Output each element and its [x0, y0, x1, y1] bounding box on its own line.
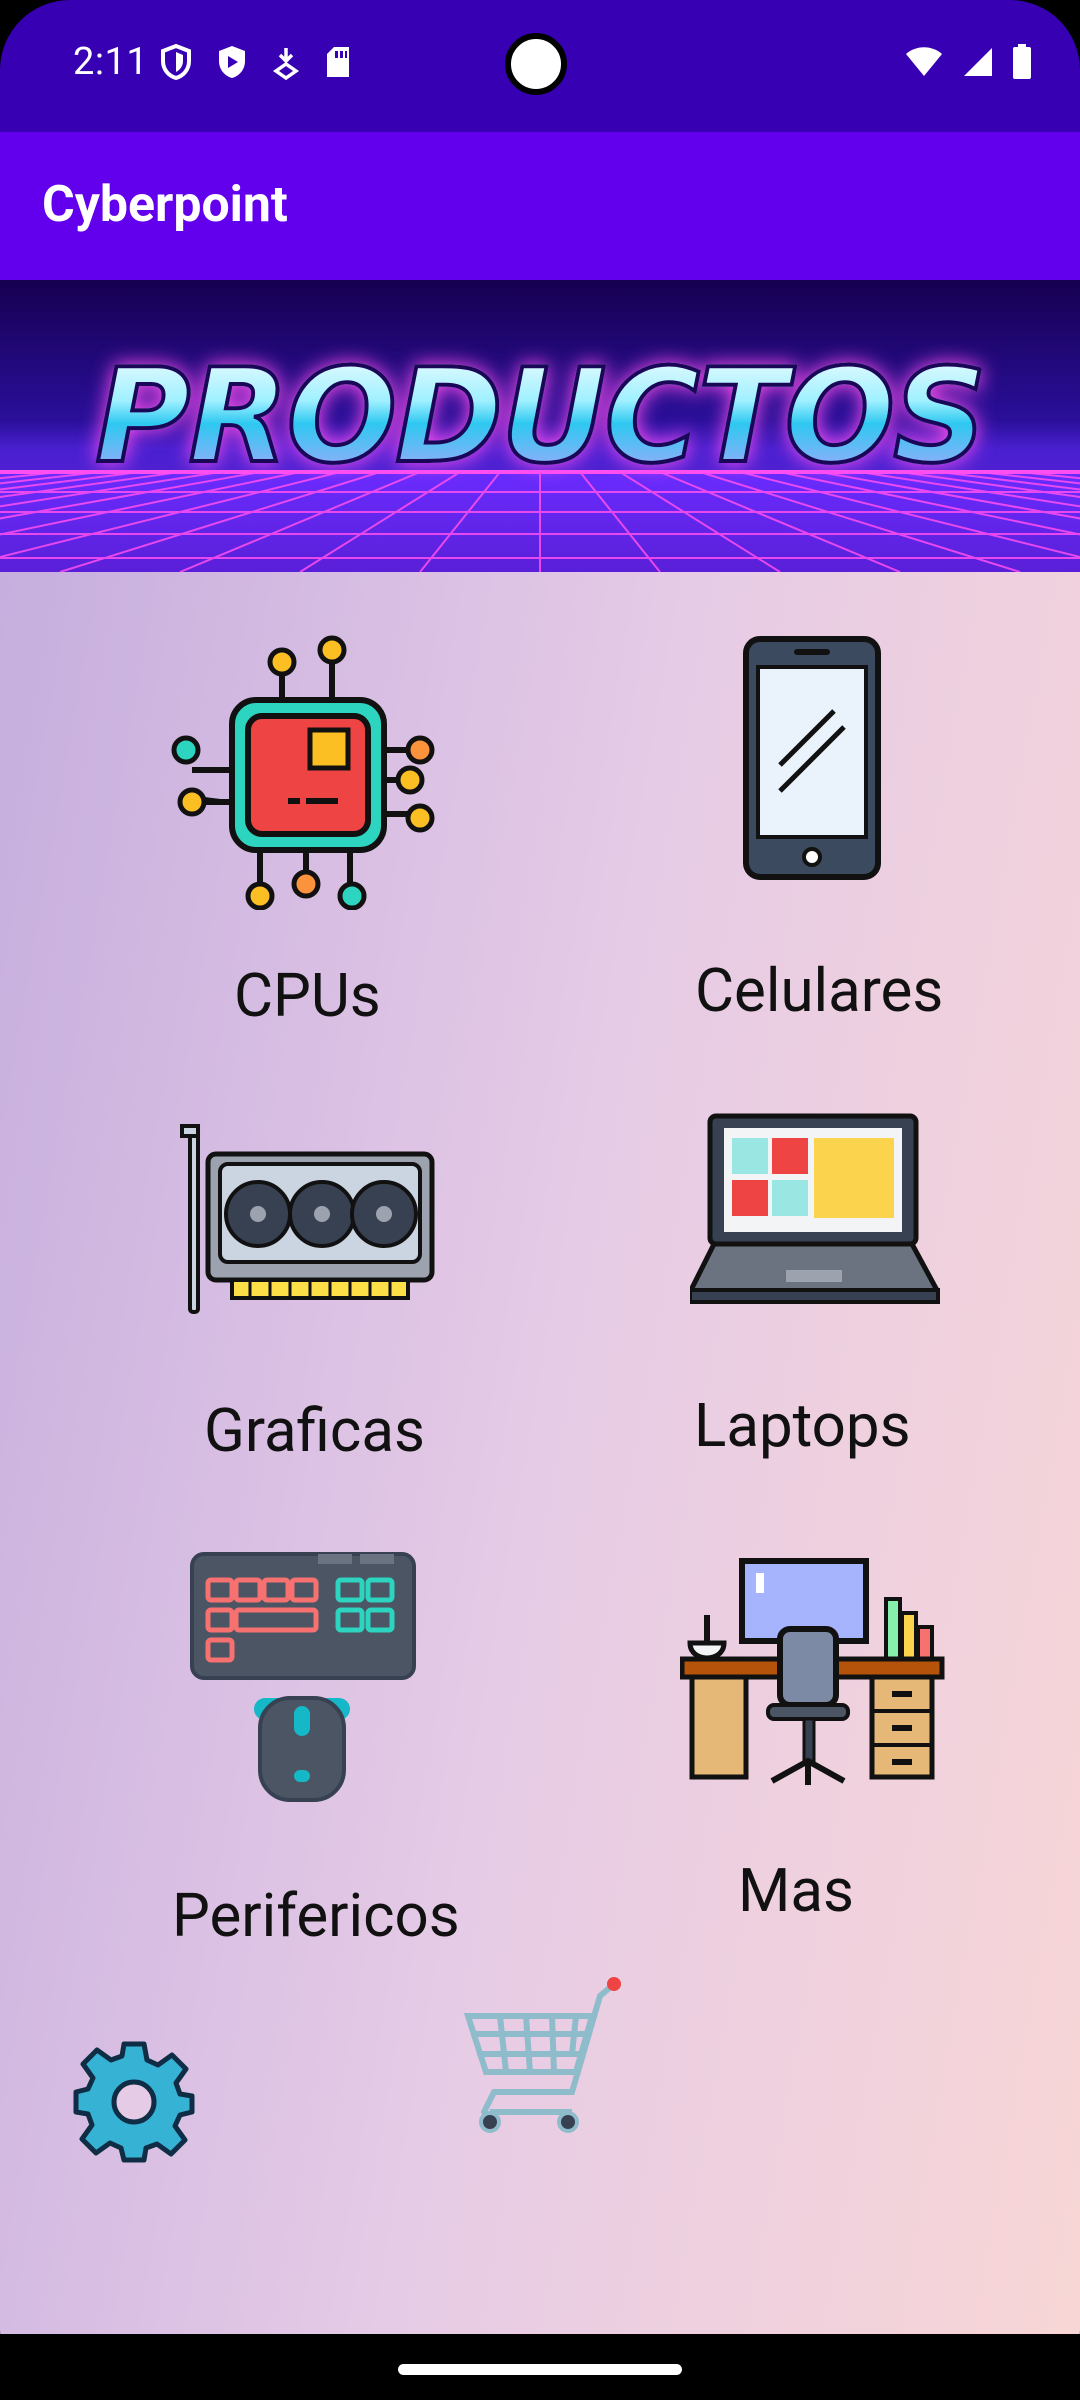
keyboard-mouse-icon	[190, 1550, 420, 1810]
product-celulares[interactable]: Celulares	[690, 630, 970, 1050]
product-mas[interactable]: Mas	[670, 1555, 970, 1955]
product-label: Perifericos	[172, 1880, 460, 1951]
cpu-chip-icon	[160, 630, 440, 914]
status-bar: 2:11	[0, 0, 1080, 132]
productos-banner-text: PRODUCTOS	[0, 338, 1080, 494]
wifi-icon	[904, 46, 944, 82]
product-label: Celulares	[695, 955, 944, 1026]
gear-icon	[72, 2041, 196, 2168]
product-cpus[interactable]: CPUs	[150, 630, 450, 1050]
shopping-cart-icon	[460, 1977, 628, 2144]
status-time: 2:11	[73, 40, 149, 84]
app-bar: Cyberpoint	[0, 132, 1080, 280]
settings-button[interactable]	[72, 2040, 196, 2164]
front-camera	[505, 33, 567, 95]
download-icon	[272, 44, 300, 80]
cellular-signal-icon	[962, 46, 994, 82]
status-left-icons	[160, 44, 352, 80]
smartphone-icon	[742, 635, 882, 885]
phone-screen: 2:11 Cyberpoint PRODUCTOS CPUs Celulares…	[0, 0, 1080, 2400]
vpn-shield-icon	[160, 44, 192, 80]
productos-banner: PRODUCTOS	[0, 280, 1080, 572]
product-graficas[interactable]: Graficas	[170, 1120, 470, 1480]
product-label: Mas	[738, 1855, 854, 1926]
product-label: CPUs	[234, 960, 381, 1031]
security-shield-icon	[216, 44, 248, 80]
app-title: Cyberpoint	[42, 176, 288, 234]
sd-card-icon	[324, 44, 352, 80]
battery-icon	[1012, 44, 1032, 84]
status-right-icons	[904, 44, 1032, 84]
product-laptops[interactable]: Laptops	[680, 1110, 960, 1470]
product-perifericos[interactable]: Perifericos	[160, 1550, 490, 1970]
home-gesture-handle[interactable]	[398, 2364, 682, 2375]
graphics-card-icon	[180, 1120, 436, 1318]
laptop-icon	[685, 1110, 943, 1310]
desk-workstation-icon	[679, 1555, 946, 1795]
cart-button[interactable]	[460, 1972, 628, 2140]
product-label: Graficas	[204, 1395, 425, 1466]
product-label: Laptops	[694, 1390, 911, 1461]
